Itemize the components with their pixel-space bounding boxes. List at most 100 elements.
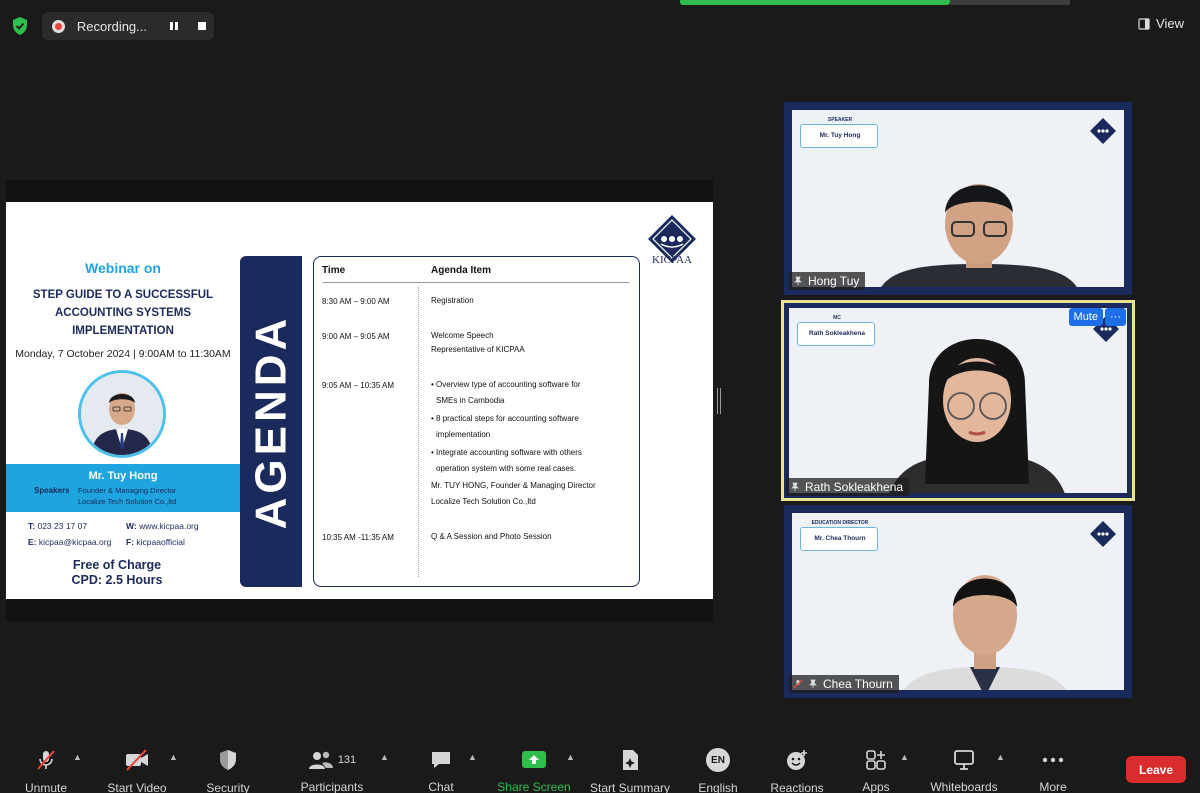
contact-email: E: kicpaa@kicpaa.org: [28, 537, 112, 547]
webinar-date: Monday, 7 October 2024 | 9:00AM to 11:30…: [15, 348, 231, 360]
agenda-row-item: Registration: [431, 296, 474, 305]
agenda-row-item: • 8 practical steps for accounting softw…: [431, 414, 579, 423]
apps-icon: [866, 749, 886, 770]
agenda-word: AGENDA: [246, 314, 295, 529]
contact-phone: T: 023 23 17 07: [28, 521, 88, 531]
participants-options-chevron-icon[interactable]: ▲: [380, 752, 389, 762]
participant-name-label: Rath Sokleakhena: [786, 478, 910, 496]
more-button[interactable]: More: [1030, 748, 1076, 793]
whiteboards-options-chevron-icon[interactable]: ▲: [996, 752, 1005, 762]
kicpaa-logo-icon: [1090, 521, 1116, 547]
chat-button[interactable]: Chat: [412, 748, 470, 793]
shared-screen: Webinar on STEP GUIDE TO A SUCCESSFUL AC…: [6, 180, 713, 621]
name-tag: SPEAKER Mr. Tuy Hong: [800, 117, 878, 148]
agenda-row-item: Mr. TUY HONG, Founder & Managing Directo…: [431, 481, 596, 490]
agenda-col-item: Agenda Item: [431, 265, 492, 276]
kicpaa-logo-text: KICPAA: [652, 254, 692, 266]
stop-icon: [198, 22, 207, 30]
sharing-indicator-bar[interactable]: [680, 0, 950, 5]
video-off-icon: [126, 749, 148, 771]
agenda-table: Time Agenda Item 8:30 AM – 9:00 AM Regis…: [313, 256, 640, 587]
speaker-name: Mr. Tuy Hong: [88, 470, 158, 482]
audio-options-chevron-icon[interactable]: ▲: [73, 752, 82, 762]
recording-label: Recording...: [76, 18, 147, 34]
chat-options-chevron-icon[interactable]: ▲: [468, 752, 477, 762]
chat-bubble-icon: [432, 751, 450, 768]
kicpaa-logo-icon: [1090, 118, 1116, 144]
pause-icon: [170, 22, 179, 30]
video-options-chevron-icon[interactable]: ▲: [169, 752, 178, 762]
encryption-shield-icon[interactable]: [10, 16, 30, 36]
participant-name-label: Chea Thourn: [789, 675, 899, 693]
webinar-slide: Webinar on STEP GUIDE TO A SUCCESSFUL AC…: [6, 202, 713, 599]
agenda-row-time: 9:00 AM – 9:05 AM: [322, 332, 390, 341]
ai-summary-icon: [623, 750, 638, 770]
unmute-button[interactable]: Unmute: [18, 748, 74, 793]
security-button[interactable]: Security: [200, 748, 256, 793]
splitter-handle[interactable]: [716, 388, 722, 414]
agenda-row-item: implementation: [436, 430, 491, 439]
language-button[interactable]: EN English: [694, 748, 742, 793]
speaker-title: Founder & Managing Director: [78, 486, 177, 495]
stop-recording-button[interactable]: [190, 14, 214, 38]
zoom-meeting-window: Recording... View Webinar on STEP GUIDE …: [0, 0, 1200, 793]
name-tag: MC Rath Sokleakhena: [797, 315, 875, 346]
whiteboards-button[interactable]: Whiteboards: [926, 748, 1002, 793]
view-button[interactable]: View: [1138, 16, 1184, 31]
more-dots-icon: [1042, 757, 1064, 762]
agenda-row-item: Welcome Speech: [431, 331, 494, 340]
speaker-band: Mr. Tuy Hong Speakers Founder & Managing…: [6, 464, 240, 512]
agenda-row-item: Representative of KICPAA: [431, 345, 525, 354]
muted-mic-icon: [793, 679, 803, 689]
agenda-banner: AGENDA: [240, 256, 302, 587]
participant-tile-hong-tuy[interactable]: SPEAKER Mr. Tuy Hong Hong Tuy: [784, 102, 1132, 295]
leave-button[interactable]: Leave: [1126, 756, 1186, 783]
participants-count: 131: [337, 753, 357, 766]
muted-microphone-icon: [37, 750, 55, 770]
agenda-row-time: 10:35 AM -11:35 AM: [322, 533, 394, 542]
recording-dot-icon: [52, 19, 65, 33]
agenda-row-item: operation system with some real cases.: [436, 464, 577, 473]
reactions-smiley-icon: [787, 750, 807, 770]
recording-indicator: Recording...: [42, 12, 214, 40]
participant-more-button[interactable]: ···: [1105, 308, 1126, 326]
video-feed-person: [881, 184, 1077, 287]
participant-name-label: Hong Tuy: [789, 272, 866, 290]
share-screen-button[interactable]: Share Screen: [496, 748, 572, 793]
free-of-charge-note: Free of Charge CPD: 2.5 Hours: [71, 558, 163, 587]
speaker-company: Localize Tech Solution Co.,ltd: [78, 497, 177, 506]
share-screen-icon: [522, 750, 546, 768]
participant-tile-rath-sokleakhena[interactable]: MC Rath Sokleakhena Mute ··· Rath Soklea…: [781, 300, 1135, 501]
apps-button[interactable]: Apps: [860, 748, 892, 793]
video-feed-person: [903, 575, 1067, 690]
agenda-row-time: 8:30 AM – 9:00 AM: [322, 297, 390, 306]
start-video-button[interactable]: Start Video: [104, 748, 170, 793]
security-shield-icon: [220, 750, 236, 770]
language-badge: EN: [706, 748, 730, 772]
reactions-button[interactable]: Reactions: [766, 748, 828, 793]
start-summary-button[interactable]: Start Summary: [588, 748, 672, 793]
name-tag: EDUCATION DIRECTOR Mr. Chea Thourn: [800, 520, 878, 551]
video-feed-person: [889, 339, 1065, 493]
contact-facebook: F: kicpaaofficial: [126, 537, 185, 547]
participant-tile-chea-thourn[interactable]: EDUCATION DIRECTOR Mr. Chea Thourn Chea …: [784, 505, 1132, 698]
agenda-col-time: Time: [322, 265, 346, 276]
participants-button[interactable]: 131 Participants: [296, 748, 368, 793]
view-label: View: [1156, 16, 1184, 31]
share-options-chevron-icon[interactable]: ▲: [566, 752, 575, 762]
agenda-row-item: • Integrate accounting software with oth…: [431, 448, 582, 457]
sharing-indicator-tail: [950, 0, 1070, 5]
agenda-row-item: SMEs in Cambodia: [436, 396, 505, 405]
webinar-title: Webinar on: [85, 260, 161, 276]
mute-participant-button[interactable]: Mute: [1068, 308, 1103, 326]
speaker-photo: [78, 370, 166, 458]
agenda-row-item: Q & A Session and Photo Session: [431, 532, 552, 541]
pin-icon: [794, 276, 802, 285]
agenda-row-time: 9:05 AM – 10:35 AM: [322, 381, 395, 390]
view-layout-icon: [1138, 17, 1150, 30]
apps-options-chevron-icon[interactable]: ▲: [900, 752, 909, 762]
pause-recording-button[interactable]: [162, 14, 186, 38]
tile-actions: Mute ···: [1068, 308, 1126, 326]
pin-icon: [809, 679, 817, 688]
speaker-role: Speakers: [34, 486, 70, 495]
